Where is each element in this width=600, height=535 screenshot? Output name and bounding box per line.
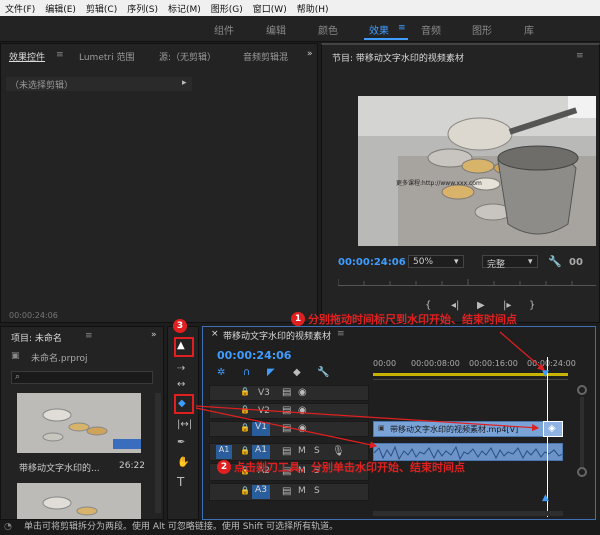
- status-icon: ◔: [4, 522, 12, 532]
- status-bar: ◔ 单击可将剪辑拆分为两段。使用 Alt 可忽略链接。使用 Shift 可选择所…: [0, 520, 600, 535]
- status-text: 单击可将剪辑拆分为两段。使用 Alt 可忽略链接。使用 Shift 可选择所有轨…: [24, 522, 339, 532]
- annotation-arrows: [195, 331, 545, 449]
